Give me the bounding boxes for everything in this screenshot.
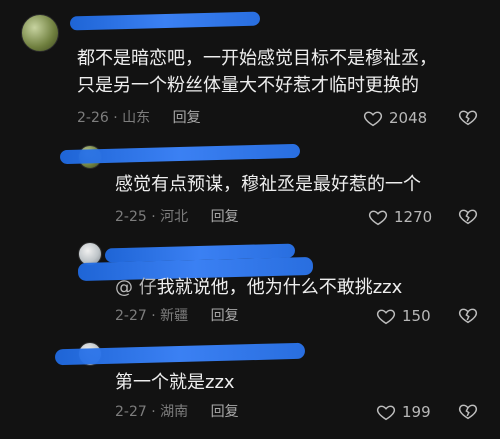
broken-heart-icon (458, 402, 480, 420)
username-redaction (69, 11, 261, 31)
dislike-button[interactable] (458, 402, 480, 424)
comment-text: 我就说他，他为什么不敢挑zzx (156, 277, 403, 298)
comment-date: 2-27 (115, 404, 147, 420)
comment-meta: 2-25 · 河北 回复 (115, 209, 239, 225)
reply-button[interactable]: 回复 (173, 110, 201, 126)
like-count: 199 (402, 403, 431, 421)
comment-meta: 2-27 · 湖南 回复 (115, 404, 239, 420)
comment-text-line: 感觉有点预谋，穆祉丞是最好惹的一个 (115, 174, 421, 195)
heart-outline-icon (363, 109, 383, 127)
broken-heart-icon (458, 108, 480, 126)
reply-button[interactable]: 回复 (211, 308, 239, 324)
like-button[interactable]: 199 (376, 401, 431, 423)
comment-location: 湖南 (160, 404, 189, 420)
comment-text-line: @ 仔我就说他，他为什么不敢挑zzx (115, 274, 402, 302)
dislike-button[interactable] (458, 306, 480, 328)
comment-meta: 2-26 · 山东 回复 (77, 110, 201, 126)
comment-item: @ 仔我就说他，他为什么不敢挑zzx 2-27 · 新疆 回复 150 (0, 230, 500, 330)
like-button[interactable]: 150 (376, 305, 431, 327)
comment-meta: 2-27 · 新疆 回复 (115, 308, 239, 324)
dislike-button[interactable] (458, 108, 480, 130)
like-count: 1270 (394, 208, 433, 226)
comment-item: 感觉有点预谋，穆祉丞是最好惹的一个 2-25 · 河北 回复 1270 (0, 135, 500, 230)
comment-text-line: 只是另一个粉丝体量大不好惹才临时更换的 (77, 75, 419, 96)
like-button[interactable]: 1270 (368, 206, 432, 228)
heart-outline-icon (376, 307, 396, 325)
comment-location: 山东 (122, 110, 151, 126)
comment-location: 新疆 (160, 308, 189, 324)
comment-date: 2-25 (115, 209, 147, 225)
dislike-button[interactable] (458, 207, 480, 229)
comment-item: 第一个就是zzx 2-27 · 湖南 回复 199 (0, 330, 500, 439)
like-count: 2048 (389, 109, 428, 127)
comment-date: 2-26 (77, 110, 109, 126)
broken-heart-icon (458, 306, 480, 324)
comment-item: 都不是暗恋吧，一开始感觉目标不是穆祉丞， 只是另一个粉丝体量大不好惹才临时更换的… (0, 0, 500, 135)
like-button[interactable]: 2048 (363, 107, 427, 129)
comment-date: 2-27 (115, 308, 147, 324)
broken-heart-icon (458, 207, 480, 225)
reply-button[interactable]: 回复 (211, 404, 239, 420)
comment-text-line: 都不是暗恋吧，一开始感觉目标不是穆祉丞， (77, 48, 437, 69)
heart-outline-icon (376, 403, 396, 421)
comment-location: 河北 (160, 209, 189, 225)
reply-button[interactable]: 回复 (211, 209, 239, 225)
comment-text-line: 第一个就是zzx (115, 372, 235, 393)
heart-outline-icon (368, 208, 388, 226)
like-count: 150 (402, 307, 431, 325)
avatar[interactable] (21, 14, 59, 52)
mention-prefix[interactable]: @ 仔 (115, 277, 157, 298)
